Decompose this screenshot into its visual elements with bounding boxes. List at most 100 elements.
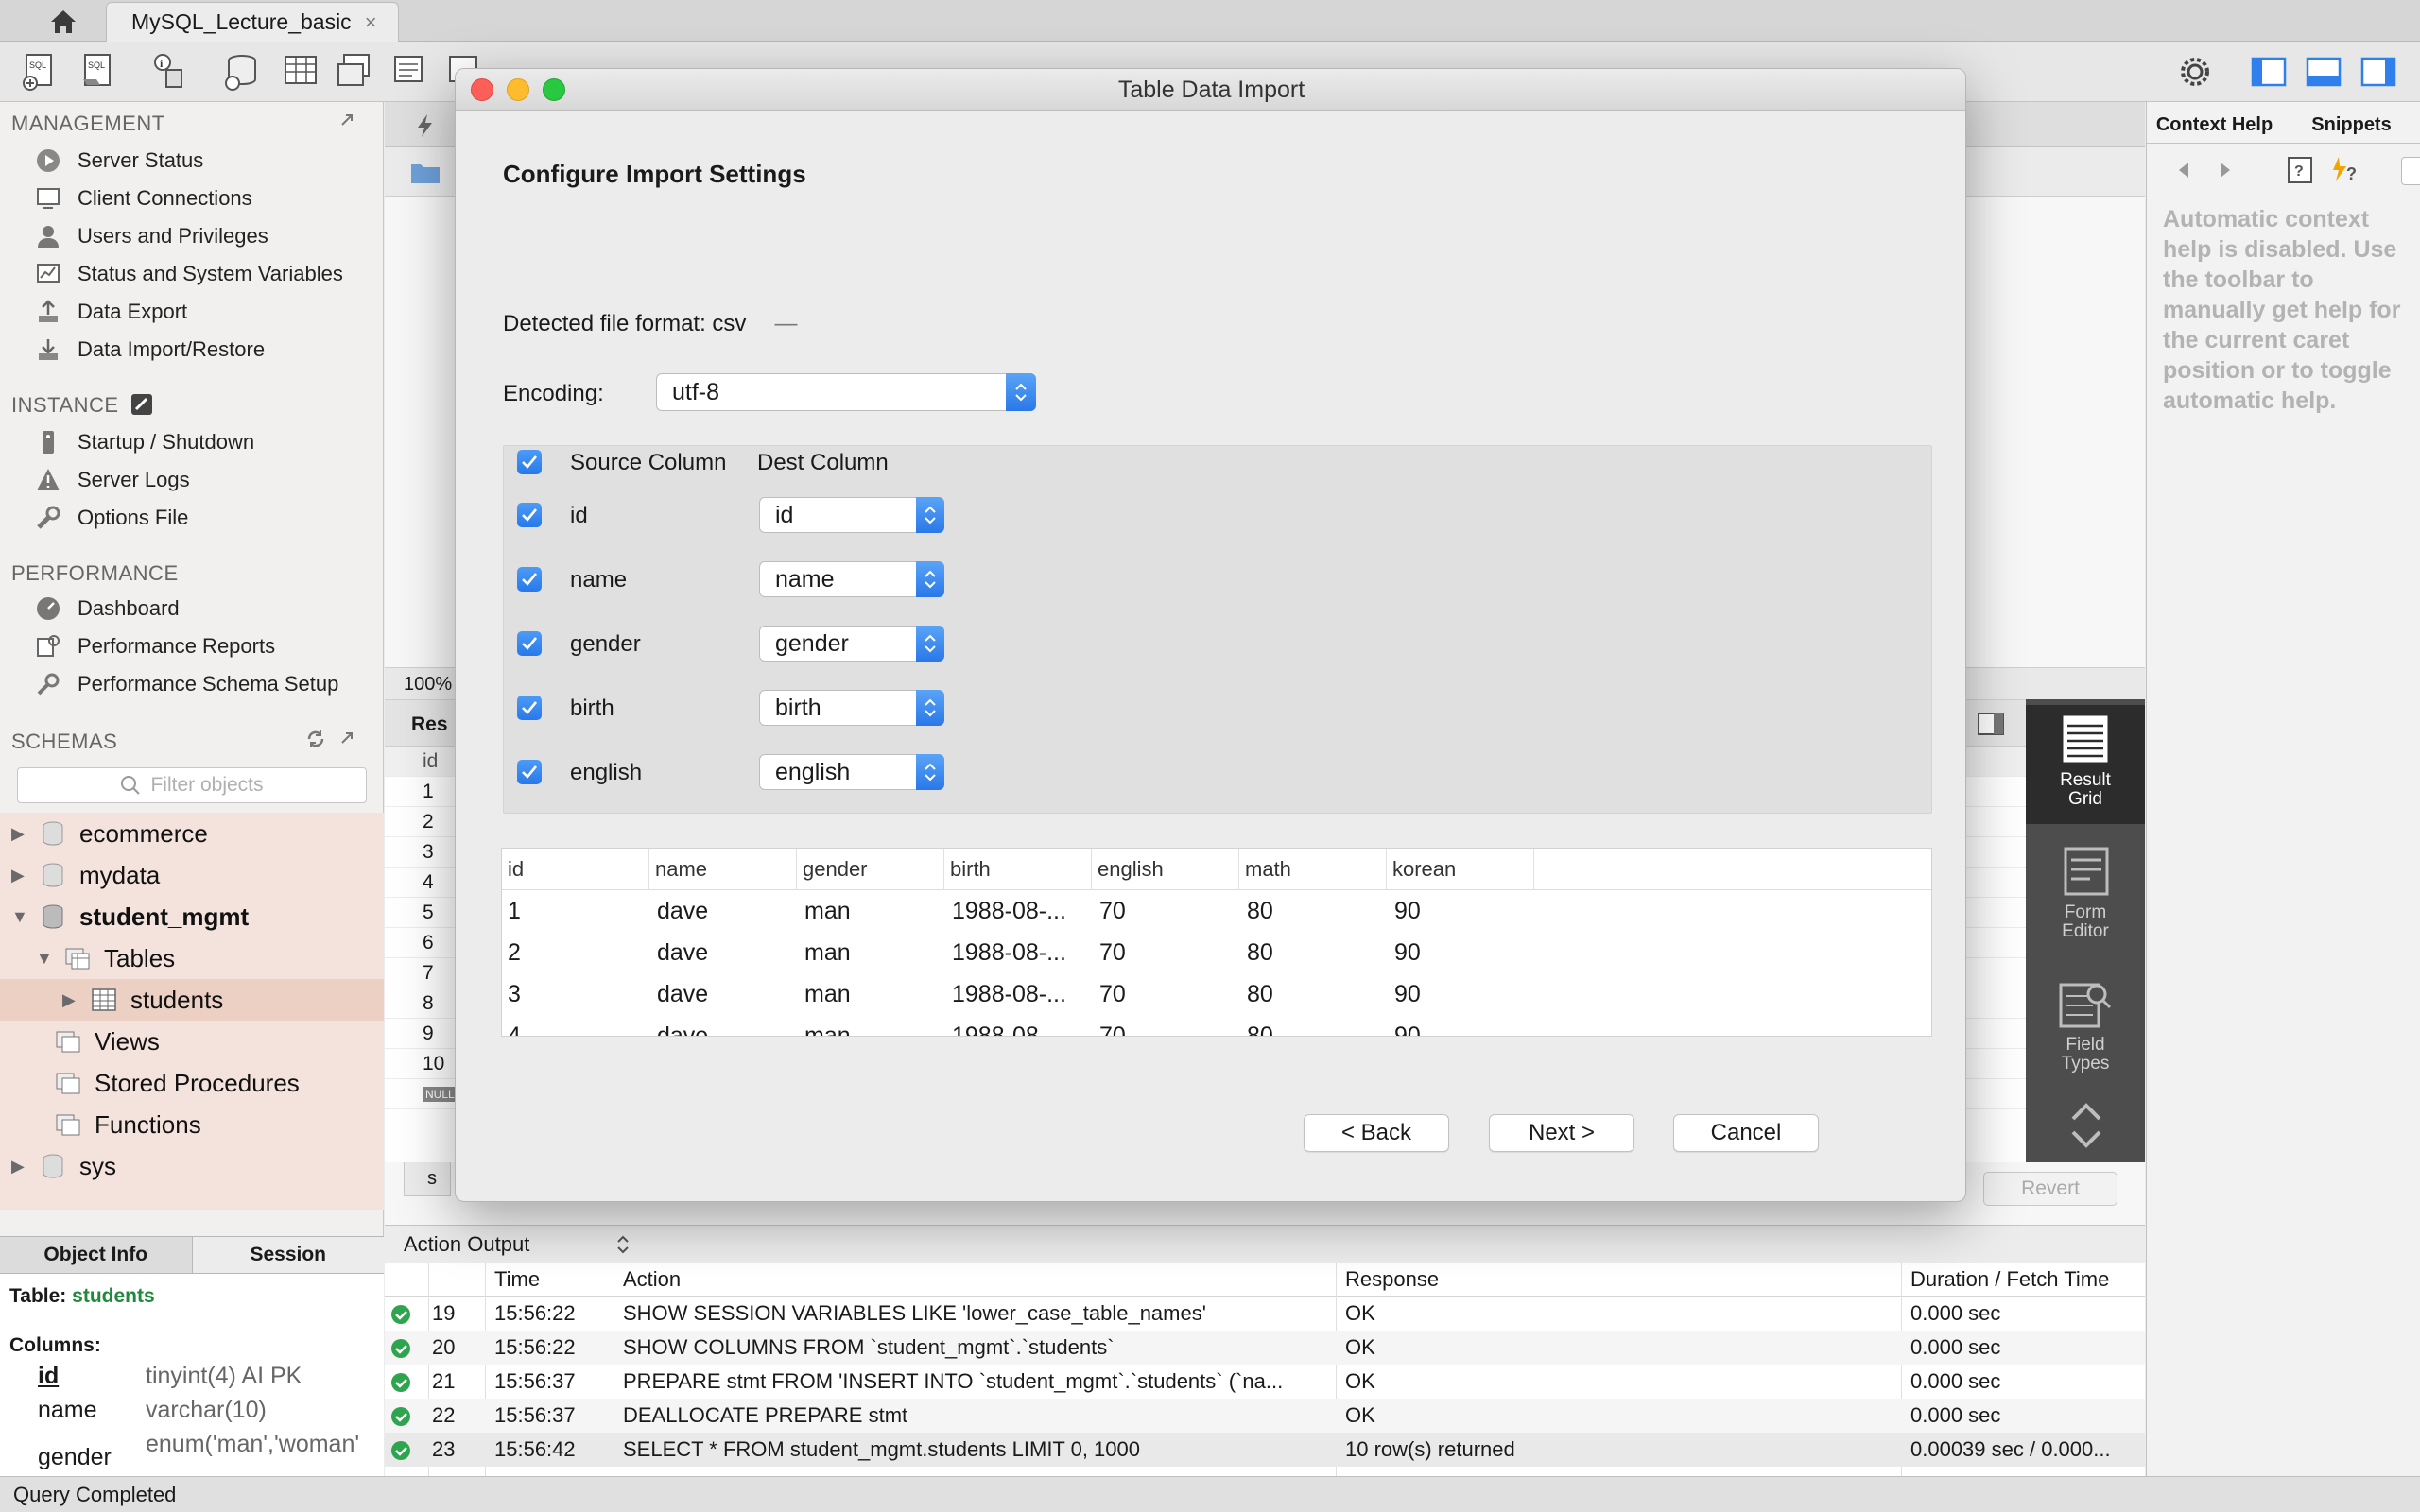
tree-table-students[interactable]: ▶ students <box>0 979 384 1021</box>
sort-chevrons-icon[interactable] <box>614 1234 631 1255</box>
inspector-icon[interactable]: i <box>147 51 189 93</box>
next-button[interactable]: Next > <box>1489 1114 1634 1152</box>
tab-session[interactable]: Session <box>193 1237 385 1273</box>
nav-data-import[interactable]: Data Import/Restore <box>34 333 265 367</box>
create-table-icon[interactable] <box>280 51 321 93</box>
open-folder-icon[interactable] <box>409 159 441 185</box>
column-header-response[interactable]: Response <box>1345 1263 1439 1297</box>
column-checkbox[interactable] <box>517 760 542 784</box>
column-header-duration[interactable]: Duration / Fetch Time <box>1910 1263 2109 1297</box>
dest-column-select[interactable]: english <box>759 754 944 790</box>
toggle-output-panel-icon[interactable] <box>2305 53 2342 91</box>
table-row[interactable]: 21 15:56:37 PREPARE stmt FROM 'INSERT IN… <box>385 1365 2145 1399</box>
nav-client-connections[interactable]: Client Connections <box>34 181 252 215</box>
more-chevrons-icon[interactable] <box>2067 1096 2105 1153</box>
cancel-button[interactable]: Cancel <box>1673 1114 1819 1152</box>
dest-column-select[interactable]: birth <box>759 690 944 726</box>
collapse-arrow-icon[interactable]: ▼ <box>36 949 55 969</box>
new-sql-tab-icon[interactable]: SQL <box>19 51 60 93</box>
result-grid-view-button[interactable]: Result Grid <box>2026 705 2145 824</box>
schema-mydata[interactable]: ▶ mydata <box>11 854 160 896</box>
toggle-panel-icon[interactable] <box>1977 712 2005 736</box>
column-header-time[interactable]: Time <box>494 1263 540 1297</box>
nav-server-status[interactable]: Server Status <box>34 144 203 178</box>
column-checkbox[interactable] <box>517 503 542 527</box>
column-checkbox[interactable] <box>517 567 542 592</box>
expand-arrow-icon[interactable]: ▶ <box>11 824 30 844</box>
nav-performance-schema-setup[interactable]: Performance Schema Setup <box>34 667 338 701</box>
create-procedure-icon[interactable] <box>389 51 431 93</box>
create-schema-icon[interactable] <box>221 51 263 93</box>
revert-button[interactable]: Revert <box>1983 1172 2118 1206</box>
result-bottom-tab[interactable]: s <box>404 1162 451 1196</box>
auto-help-icon[interactable]: ? <box>2331 155 2365 187</box>
encoding-select[interactable]: utf-8 <box>656 373 1036 411</box>
warning-icon <box>34 466 62 494</box>
nav-users-privileges[interactable]: Users and Privileges <box>34 219 268 253</box>
table-row[interactable]: 22 15:56:37 DEALLOCATE PREPARE stmt OK 0… <box>385 1399 2145 1433</box>
toggle-sidebar-icon[interactable] <box>2250 53 2288 91</box>
lightning-icon[interactable] <box>415 113 436 138</box>
action-output-title[interactable]: Action Output <box>404 1232 529 1257</box>
collapse-arrow-icon[interactable]: ▼ <box>11 907 30 927</box>
dest-column-select[interactable]: gender <box>759 626 944 662</box>
table-row[interactable]: 20 15:56:22 SHOW COLUMNS FROM `student_m… <box>385 1331 2145 1365</box>
nav-server-logs[interactable]: Server Logs <box>34 463 190 497</box>
wrench-icon <box>34 504 62 532</box>
back-arrow-icon[interactable] <box>2174 161 2193 180</box>
table-row[interactable]: 19 15:56:22 SHOW SESSION VARIABLES LIKE … <box>385 1297 2145 1331</box>
instance-status-icon <box>130 393 153 416</box>
dest-column-select[interactable]: name <box>759 561 944 597</box>
tab-snippets[interactable]: Snippets <box>2283 108 2420 143</box>
tree-functions-folder[interactable]: Functions <box>55 1104 201 1145</box>
tab-object-info[interactable]: Object Info <box>0 1237 193 1273</box>
nav-dashboard[interactable]: Dashboard <box>34 592 180 626</box>
preview-column-header: name <box>649 849 797 890</box>
tree-views-folder[interactable]: Views <box>55 1021 160 1062</box>
source-column-name: birth <box>570 696 614 721</box>
help-search-field[interactable] <box>2401 157 2420 185</box>
column-checkbox[interactable] <box>517 631 542 656</box>
expand-schemas-icon[interactable] <box>337 728 357 748</box>
schema-student-mgmt[interactable]: ▼ student_mgmt <box>11 896 249 937</box>
manual-help-icon[interactable]: ? <box>2286 155 2316 185</box>
field-types-view-button[interactable]: Field Types <box>2026 973 2145 1092</box>
home-icon[interactable] <box>28 6 98 38</box>
zoom-level[interactable]: 100% <box>404 674 452 696</box>
toggle-secondary-sidebar-icon[interactable] <box>2360 53 2397 91</box>
open-sql-script-icon[interactable]: SQL <box>78 51 119 93</box>
expand-arrow-icon[interactable]: ▶ <box>11 1157 30 1177</box>
create-view-icon[interactable] <box>335 51 376 93</box>
close-tab-icon[interactable]: × <box>365 10 377 35</box>
preferences-gear-icon[interactable] <box>2176 53 2214 91</box>
tab-context-help[interactable]: Context Help <box>2146 108 2283 143</box>
table-row[interactable]: 23 15:56:42 SELECT * FROM student_mgmt.s… <box>385 1433 2145 1467</box>
tree-stored-procedures-folder[interactable]: Stored Procedures <box>55 1062 300 1104</box>
column-checkbox[interactable] <box>517 696 542 720</box>
select-all-checkbox[interactable] <box>517 450 542 474</box>
nav-data-export[interactable]: Data Export <box>34 295 187 329</box>
refresh-schemas-icon[interactable] <box>304 728 327 750</box>
nav-performance-reports[interactable]: Performance Reports <box>34 629 275 663</box>
schema-sys[interactable]: ▶ sys <box>11 1145 116 1187</box>
columns-label: Columns: <box>9 1334 101 1356</box>
schema-ecommerce[interactable]: ▶ ecommerce <box>11 813 208 854</box>
nav-options-file[interactable]: Options File <box>34 501 188 535</box>
result-tab-label[interactable]: Res <box>411 713 448 736</box>
expand-icon[interactable] <box>337 110 357 130</box>
expand-arrow-icon[interactable]: ▶ <box>62 990 81 1010</box>
nav-label: Dashboard <box>78 596 180 620</box>
tree-tables-folder[interactable]: ▼ Tables <box>36 937 175 979</box>
form-editor-view-button[interactable]: Form Editor <box>2026 841 2145 960</box>
import-icon <box>34 335 62 364</box>
nav-startup-shutdown[interactable]: Startup / Shutdown <box>34 425 254 459</box>
nav-status-variables[interactable]: Status and System Variables <box>34 257 343 291</box>
expand-arrow-icon[interactable]: ▶ <box>11 866 30 885</box>
connection-tab[interactable]: MySQL_Lecture_basic × <box>106 2 399 42</box>
forward-arrow-icon[interactable] <box>2216 161 2235 180</box>
dest-column-select[interactable]: id <box>759 497 944 533</box>
nav-label: Performance Schema Setup <box>78 672 339 696</box>
column-header-action[interactable]: Action <box>623 1263 681 1297</box>
back-button[interactable]: < Back <box>1304 1114 1449 1152</box>
filter-objects-input[interactable]: Filter objects <box>17 767 367 803</box>
